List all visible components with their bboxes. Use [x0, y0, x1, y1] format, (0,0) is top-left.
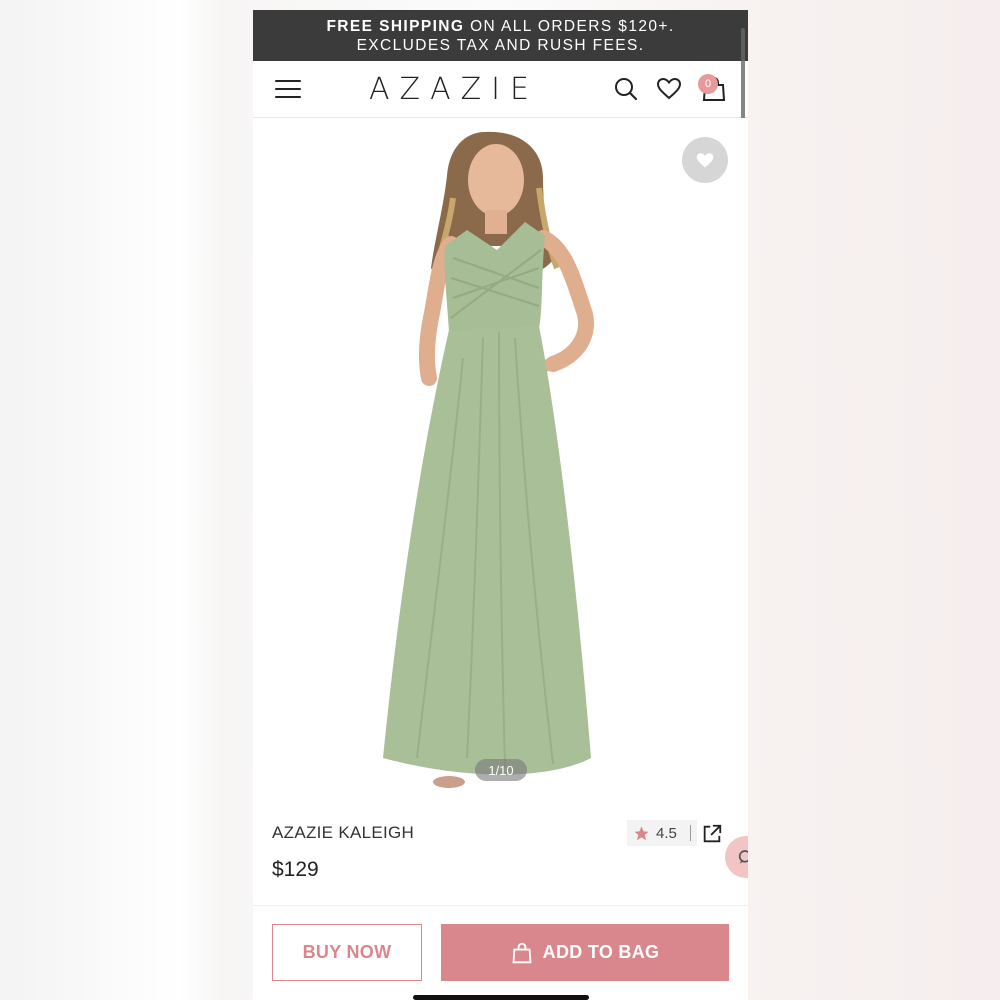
external-link-icon[interactable]	[701, 823, 723, 845]
site-header: AZAZIE 0	[253, 61, 748, 118]
rating-value: 4.5	[656, 824, 677, 842]
product-price: $129	[272, 858, 319, 881]
star-icon	[634, 825, 649, 840]
heart-icon	[696, 153, 714, 168]
chat-icon	[738, 850, 748, 864]
shopping-bag-icon	[512, 942, 532, 963]
promo-line-2: EXCLUDES TAX AND RUSH FEES.	[356, 36, 645, 54]
promo-banner[interactable]: FREE SHIPPING ON ALL ORDERS $120+. EXCLU…	[253, 10, 748, 61]
buy-now-button[interactable]: BUY NOW	[272, 924, 422, 981]
product-name: AZAZIE KALEIGH	[272, 823, 415, 842]
heart-icon[interactable]	[656, 76, 682, 102]
rating-badge[interactable]: 4.5	[627, 820, 697, 846]
chat-button[interactable]	[725, 836, 748, 878]
divider	[690, 825, 691, 841]
promo-bold: FREE SHIPPING	[326, 17, 465, 35]
promo-rest: ON ALL ORDERS $120+.	[464, 17, 675, 35]
promo-line-1: FREE SHIPPING ON ALL ORDERS $120+.	[326, 17, 674, 36]
phone-screen: FREE SHIPPING ON ALL ORDERS $120+. EXCLU…	[253, 10, 748, 1000]
product-info: AZAZIE KALEIGH $129 4.5	[253, 801, 748, 918]
brand-logo[interactable]: AZAZIE	[369, 72, 539, 107]
purchase-action-bar: BUY NOW ADD TO BAG	[253, 905, 748, 1000]
image-counter: 1/10	[475, 759, 527, 781]
search-icon[interactable]	[613, 76, 639, 102]
add-to-bag-label: ADD TO BAG	[542, 942, 660, 962]
add-to-bag-button[interactable]: ADD TO BAG	[441, 924, 729, 981]
product-image-gallery[interactable]: 1/10	[253, 118, 748, 801]
home-indicator[interactable]	[413, 995, 589, 1000]
dress-model-photo	[383, 131, 594, 788]
menu-icon[interactable]	[275, 80, 301, 100]
favorite-button[interactable]	[682, 137, 728, 183]
cart-count-badge: 0	[698, 74, 718, 94]
